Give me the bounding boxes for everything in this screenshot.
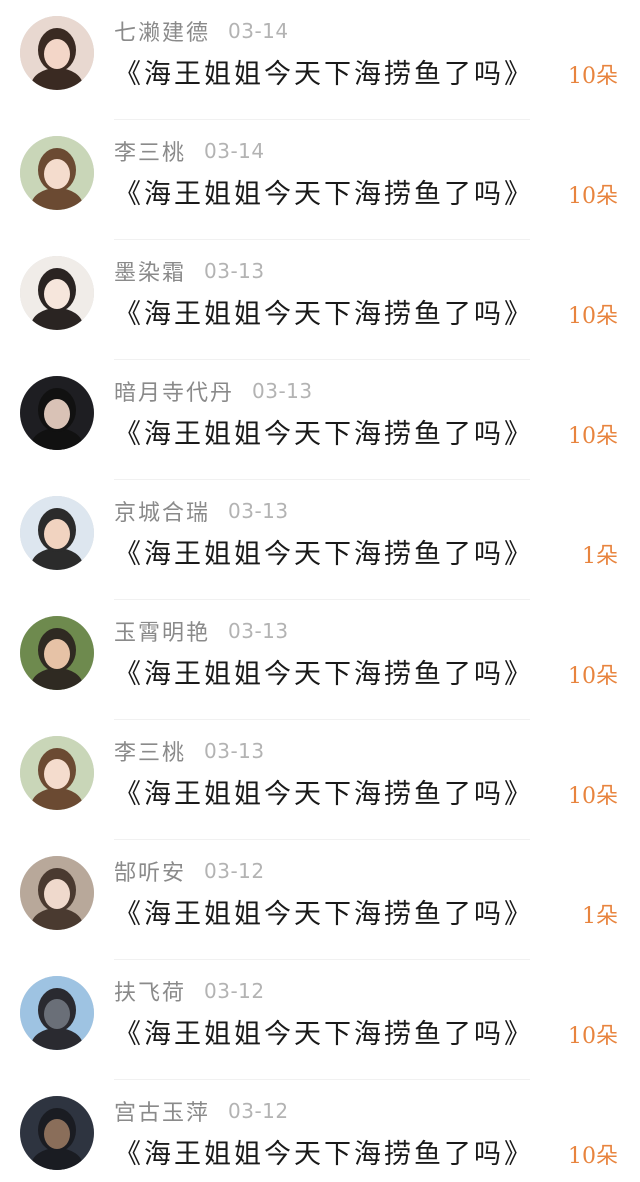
entry-date: 03-14 <box>228 19 289 43</box>
avatar-image <box>20 496 94 570</box>
entry-date: 03-13 <box>204 739 265 763</box>
flower-count: 10朵 <box>568 1024 618 1049</box>
book-title[interactable]: 《海王姐姐今天下海捞鱼了吗》 <box>114 652 534 691</box>
flower-count: 10朵 <box>568 424 618 449</box>
user-name[interactable]: 郜听安 <box>114 855 186 887</box>
user-name[interactable]: 墨染霜 <box>114 255 186 287</box>
flower-count: 1朵 <box>582 904 618 929</box>
list-item[interactable]: 李三桃 03-13 《海王姐姐今天下海捞鱼了吗》 10朵 <box>0 720 640 840</box>
user-name[interactable]: 玉霄明艳 <box>114 615 210 647</box>
avatar[interactable] <box>20 1096 94 1170</box>
entry-meta: 七濑建德 03-14 <box>114 14 289 48</box>
avatar-image <box>20 376 94 450</box>
flower-count: 10朵 <box>568 184 618 209</box>
flower-count: 10朵 <box>568 64 618 89</box>
entry-meta: 郜听安 03-12 <box>114 854 265 888</box>
flower-count: 1朵 <box>582 544 618 569</box>
avatar[interactable] <box>20 496 94 570</box>
list-item[interactable]: 李三桃 03-14 《海王姐姐今天下海捞鱼了吗》 10朵 <box>0 120 640 240</box>
entry-meta: 扶飞荷 03-12 <box>114 974 265 1008</box>
book-title[interactable]: 《海王姐姐今天下海捞鱼了吗》 <box>114 892 534 931</box>
entry-date: 03-13 <box>252 379 313 403</box>
list-item[interactable]: 墨染霜 03-13 《海王姐姐今天下海捞鱼了吗》 10朵 <box>0 240 640 360</box>
book-title[interactable]: 《海王姐姐今天下海捞鱼了吗》 <box>114 772 534 811</box>
book-title[interactable]: 《海王姐姐今天下海捞鱼了吗》 <box>114 292 534 331</box>
user-name[interactable]: 七濑建德 <box>114 15 210 47</box>
avatar-image <box>20 616 94 690</box>
flower-count: 10朵 <box>568 304 618 329</box>
entry-date: 03-13 <box>228 619 289 643</box>
book-title[interactable]: 《海王姐姐今天下海捞鱼了吗》 <box>114 172 534 211</box>
book-title[interactable]: 《海王姐姐今天下海捞鱼了吗》 <box>114 412 534 451</box>
avatar[interactable] <box>20 856 94 930</box>
list-item[interactable]: 七濑建德 03-14 《海王姐姐今天下海捞鱼了吗》 10朵 <box>0 0 640 120</box>
avatar[interactable] <box>20 136 94 210</box>
entry-meta: 李三桃 03-14 <box>114 134 265 168</box>
avatar[interactable] <box>20 376 94 450</box>
avatar-image <box>20 736 94 810</box>
entry-meta: 京城合瑞 03-13 <box>114 494 289 528</box>
entry-meta: 李三桃 03-13 <box>114 734 265 768</box>
user-name[interactable]: 李三桃 <box>114 735 186 767</box>
avatar-image <box>20 856 94 930</box>
book-title[interactable]: 《海王姐姐今天下海捞鱼了吗》 <box>114 1132 534 1171</box>
book-title[interactable]: 《海王姐姐今天下海捞鱼了吗》 <box>114 52 534 91</box>
book-title[interactable]: 《海王姐姐今天下海捞鱼了吗》 <box>114 532 534 571</box>
avatar[interactable] <box>20 256 94 330</box>
list-item[interactable]: 扶飞荷 03-12 《海王姐姐今天下海捞鱼了吗》 10朵 <box>0 960 640 1080</box>
avatar-image <box>20 16 94 90</box>
entry-date: 03-13 <box>228 499 289 523</box>
entry-date: 03-14 <box>204 139 265 163</box>
user-name[interactable]: 京城合瑞 <box>114 495 210 527</box>
user-name[interactable]: 扶飞荷 <box>114 975 186 1007</box>
avatar-image <box>20 136 94 210</box>
entry-meta: 暗月寺代丹 03-13 <box>114 374 313 408</box>
avatar[interactable] <box>20 16 94 90</box>
avatar-image <box>20 1096 94 1170</box>
avatar[interactable] <box>20 616 94 690</box>
entry-date: 03-12 <box>204 859 265 883</box>
user-name[interactable]: 宫古玉萍 <box>114 1095 210 1127</box>
user-name[interactable]: 李三桃 <box>114 135 186 167</box>
list-item[interactable]: 玉霄明艳 03-13 《海王姐姐今天下海捞鱼了吗》 10朵 <box>0 600 640 720</box>
avatar[interactable] <box>20 736 94 810</box>
book-title[interactable]: 《海王姐姐今天下海捞鱼了吗》 <box>114 1012 534 1051</box>
entry-date: 03-12 <box>228 1099 289 1123</box>
avatar-image <box>20 976 94 1050</box>
gift-record-list: 七濑建德 03-14 《海王姐姐今天下海捞鱼了吗》 10朵 李三桃 03-14 … <box>0 0 640 1182</box>
entry-date: 03-13 <box>204 259 265 283</box>
list-item[interactable]: 暗月寺代丹 03-13 《海王姐姐今天下海捞鱼了吗》 10朵 <box>0 360 640 480</box>
entry-meta: 玉霄明艳 03-13 <box>114 614 289 648</box>
flower-count: 10朵 <box>568 1144 618 1169</box>
entry-date: 03-12 <box>204 979 265 1003</box>
flower-count: 10朵 <box>568 664 618 689</box>
list-item[interactable]: 京城合瑞 03-13 《海王姐姐今天下海捞鱼了吗》 1朵 <box>0 480 640 600</box>
avatar-image <box>20 256 94 330</box>
entry-meta: 宫古玉萍 03-12 <box>114 1094 289 1128</box>
entry-meta: 墨染霜 03-13 <box>114 254 265 288</box>
list-item[interactable]: 宫古玉萍 03-12 《海王姐姐今天下海捞鱼了吗》 10朵 <box>0 1080 640 1182</box>
user-name[interactable]: 暗月寺代丹 <box>114 375 234 407</box>
list-item[interactable]: 郜听安 03-12 《海王姐姐今天下海捞鱼了吗》 1朵 <box>0 840 640 960</box>
avatar[interactable] <box>20 976 94 1050</box>
flower-count: 10朵 <box>568 784 618 809</box>
